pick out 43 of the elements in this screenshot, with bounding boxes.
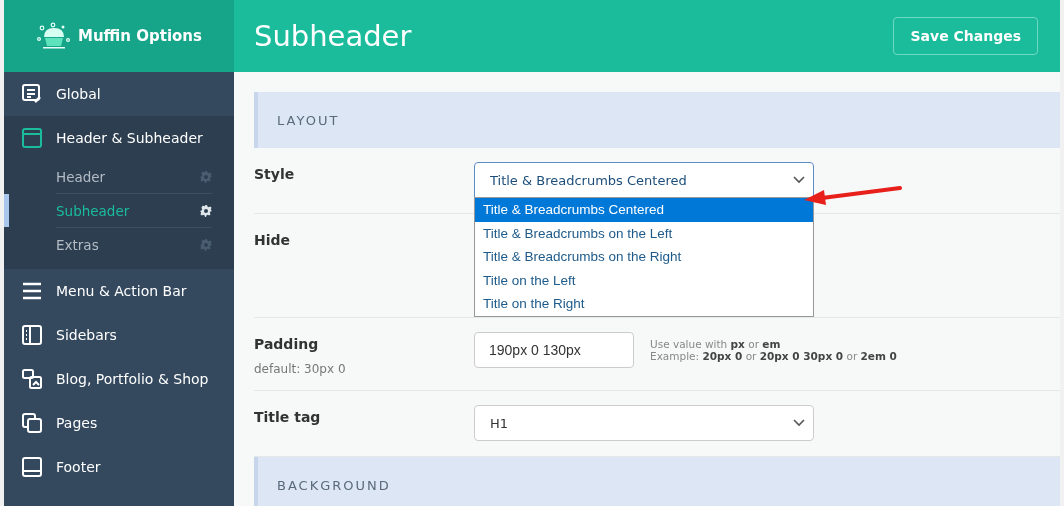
- select-field[interactable]: Title & Breadcrumbs Centered: [474, 162, 814, 198]
- dropdown-option[interactable]: Title on the Right: [475, 292, 813, 316]
- sidebar-item[interactable]: Footer: [4, 445, 234, 489]
- chevron-down-icon: [793, 176, 805, 184]
- window-icon: [22, 128, 42, 148]
- field-label: Style: [254, 166, 296, 182]
- sidebar-item[interactable]: Menu & Action Bar: [4, 269, 234, 313]
- dropdown-option[interactable]: Title & Breadcrumbs Centered: [475, 198, 813, 222]
- field-label: Hide: [254, 232, 292, 248]
- hint-text: Example: 20px 0 or 20px 0 30px 0 or 2em 0: [650, 350, 897, 362]
- sidebar-item[interactable]: Pages: [4, 401, 234, 445]
- section-title: BACKGROUND: [277, 477, 391, 493]
- active-indicator: [4, 194, 9, 227]
- sidebar-item[interactable]: Header & Subheader: [4, 116, 234, 160]
- settings-icon: [200, 238, 212, 251]
- page-title: Subheader: [254, 19, 412, 53]
- chevron-down-icon: [793, 419, 805, 427]
- dropdown-option[interactable]: Title on the Left: [475, 268, 813, 293]
- muffin-icon: [36, 22, 72, 50]
- dropdown-option[interactable]: Title & Breadcrumbs on the Left: [475, 221, 813, 246]
- settings-icon: [200, 170, 212, 183]
- sidebar-item[interactable]: Blog, Portfolio & Shop: [4, 357, 234, 401]
- submenu-item[interactable]: Subheader: [56, 194, 212, 228]
- hint-text: Use value with px or em: [650, 338, 782, 350]
- menu-icon: [22, 281, 42, 301]
- footer-icon: [22, 457, 42, 477]
- sidebar-icon: [22, 325, 42, 345]
- section-title: LAYOUT: [277, 112, 340, 128]
- dropdown-option[interactable]: Title & Breadcrumbs on the Right: [475, 245, 813, 269]
- sidebar-item[interactable]: Sidebars: [4, 313, 234, 357]
- padding-input[interactable]: 190px 0 130px: [474, 332, 634, 368]
- submenu-item[interactable]: Header: [56, 160, 212, 194]
- logo-title: Muffin Options: [78, 27, 202, 45]
- select-field[interactable]: H1: [474, 405, 814, 441]
- field-label: Padding: [254, 336, 320, 352]
- field-label: Title tag: [254, 409, 322, 425]
- field-description: default: 30px 0: [254, 362, 347, 376]
- blog-icon: [22, 369, 42, 389]
- pages-icon: [22, 413, 42, 433]
- sidebar-item[interactable]: Global: [4, 72, 234, 116]
- submenu-item[interactable]: Extras: [56, 228, 212, 261]
- settings-icon: [200, 204, 212, 217]
- global-icon: [22, 84, 42, 104]
